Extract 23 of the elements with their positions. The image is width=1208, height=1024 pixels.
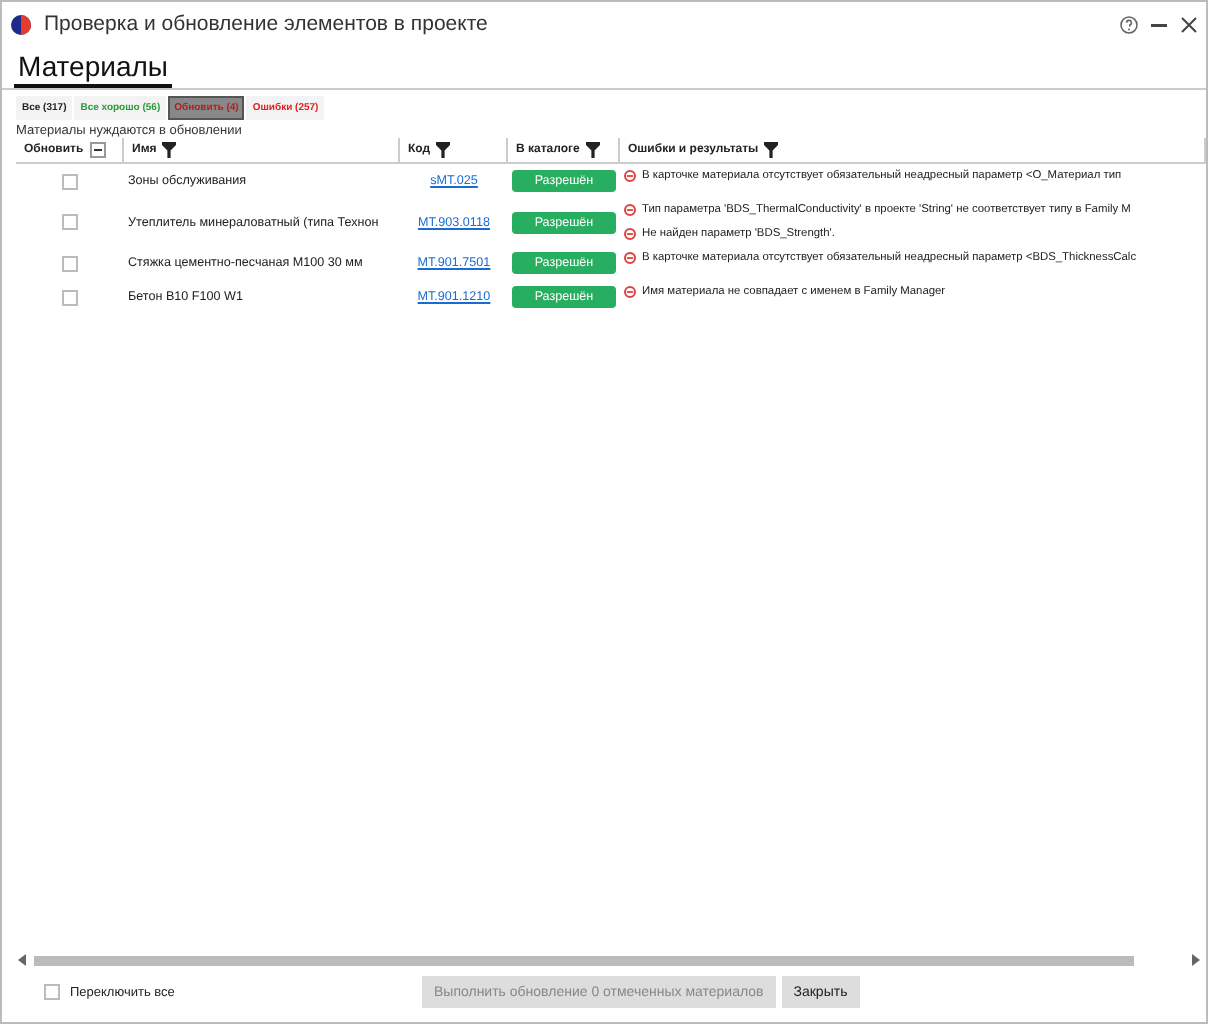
error-icon — [624, 252, 636, 264]
filter-icon[interactable] — [436, 142, 451, 158]
filter-icon[interactable] — [764, 142, 779, 158]
error-icon — [624, 228, 636, 240]
toggle-all-checkbox[interactable] — [44, 984, 60, 1000]
app-logo-icon — [10, 13, 32, 35]
page-tab[interactable]: Материалы — [14, 50, 172, 88]
filter-icon[interactable] — [585, 142, 600, 158]
scroll-left-icon[interactable] — [18, 954, 28, 966]
error-icon — [624, 204, 636, 216]
help-icon[interactable] — [1120, 15, 1138, 33]
filter-icon[interactable] — [162, 142, 177, 158]
row-checkbox[interactable] — [62, 255, 78, 271]
error-icon — [624, 286, 636, 298]
close-icon[interactable] — [1180, 15, 1198, 33]
row-checkbox[interactable] — [62, 289, 78, 305]
window-title: Проверка и обновление элементов в проекте — [44, 12, 488, 36]
error-icon — [624, 170, 636, 182]
scroll-right-icon[interactable] — [1190, 954, 1200, 966]
row-checkbox[interactable] — [62, 173, 78, 189]
collapse-icon[interactable] — [89, 142, 106, 158]
row-checkbox[interactable] — [62, 214, 78, 230]
horizontal-scrollbar[interactable] — [34, 955, 1134, 965]
